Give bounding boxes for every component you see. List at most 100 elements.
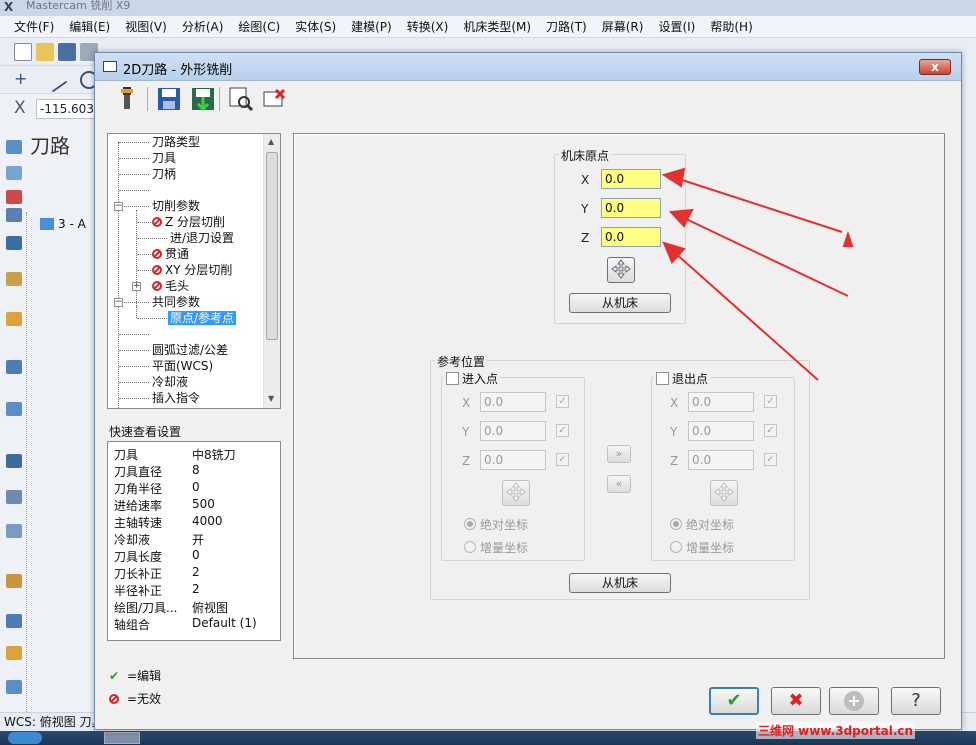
exit-absolute-radio[interactable] xyxy=(670,518,682,530)
tree-item-depth-cuts[interactable]: Z 分层切削 xyxy=(152,214,225,230)
tree-item-canned-text[interactable]: 插入指令 xyxy=(152,390,200,406)
tree-item-home-ref-points[interactable]: 原点/参考点 xyxy=(168,310,237,326)
menu-view[interactable]: 视图(V) xyxy=(125,18,167,35)
menu-screen[interactable]: 屏幕(R) xyxy=(602,18,644,35)
save-icon[interactable] xyxy=(58,43,76,61)
origin-y-input[interactable]: 0.0 xyxy=(601,198,661,218)
tree-scroll-thumb[interactable] xyxy=(266,152,278,340)
help-button[interactable]: ? xyxy=(891,687,941,715)
entry-x-input[interactable]: 0.0 xyxy=(480,392,546,412)
cube-icon[interactable] xyxy=(6,490,22,504)
view-icon[interactable] xyxy=(6,614,22,628)
exit-incremental-radio[interactable] xyxy=(670,541,682,553)
new-file-icon[interactable] xyxy=(14,43,32,61)
add-button[interactable]: + xyxy=(829,687,879,715)
tree-item-multi-passes[interactable]: XY 分层切削 xyxy=(152,262,232,278)
exit-y-checkbox[interactable]: ✓ xyxy=(764,424,777,437)
origin-select-point-button[interactable] xyxy=(607,257,635,283)
load-params-icon[interactable] xyxy=(189,85,217,113)
preview-icon[interactable] xyxy=(227,85,255,113)
solid-icon[interactable] xyxy=(6,236,22,250)
grid-icon[interactable] xyxy=(6,524,22,538)
menu-edit[interactable]: 编辑(E) xyxy=(69,18,110,35)
tree-item-toolpath-type[interactable]: 刀路类型 xyxy=(152,134,200,150)
tree-item-arc-filter[interactable]: 圆弧过滤/公差 xyxy=(152,342,228,358)
tool-icon[interactable] xyxy=(6,190,22,204)
entry-x-checkbox[interactable]: ✓ xyxy=(556,395,569,408)
exit-x-input[interactable]: 0.0 xyxy=(688,392,754,412)
exit-y-input[interactable]: 0.0 xyxy=(688,421,754,441)
tree-collapse-cut-params[interactable]: − xyxy=(114,202,123,211)
stock-icon[interactable] xyxy=(6,272,22,286)
entry-z-input[interactable]: 0.0 xyxy=(480,450,546,470)
transform-icon[interactable] xyxy=(6,454,22,468)
plane-icon[interactable] xyxy=(6,360,22,374)
tool-library-icon[interactable] xyxy=(113,85,141,113)
plus-icon[interactable]: + xyxy=(14,71,28,89)
copy-exit-to-entry-button[interactable]: « xyxy=(607,475,631,493)
exit-z-input[interactable]: 0.0 xyxy=(688,450,754,470)
entry-y-input[interactable]: 0.0 xyxy=(480,421,546,441)
exit-point-checkbox[interactable] xyxy=(656,372,669,385)
select-icon[interactable] xyxy=(6,574,22,588)
tree-item-lead-in-out[interactable]: 进/退刀设置 xyxy=(170,230,234,246)
ok-button[interactable]: ✔ xyxy=(709,687,759,715)
menu-help[interactable]: 帮助(H) xyxy=(710,18,752,35)
scroll-down-icon[interactable]: ▼ xyxy=(268,394,274,403)
menu-xform[interactable]: 转换(X) xyxy=(407,18,449,35)
save-params-icon[interactable] xyxy=(155,85,183,113)
line-icon[interactable] xyxy=(42,67,68,93)
coord-x-input[interactable]: -115.6039 xyxy=(36,99,98,119)
origin-from-machine-button[interactable]: 从机床 xyxy=(569,293,671,313)
entry-incremental-radio[interactable] xyxy=(464,541,476,553)
dialog-close-button[interactable]: x xyxy=(919,59,951,75)
tree-item-tool[interactable]: 刀具 xyxy=(152,150,176,166)
menu-file[interactable]: 文件(F) xyxy=(14,18,54,35)
taskbar-app-icon[interactable] xyxy=(104,732,140,744)
entry-absolute-radio[interactable] xyxy=(464,518,476,530)
tree-expand-tabs[interactable]: + xyxy=(132,282,141,291)
box-icon[interactable] xyxy=(6,312,22,326)
origin-x-label: X xyxy=(581,173,590,187)
menu-model[interactable]: 建模(P) xyxy=(351,18,392,35)
quick-key: 进给速率 xyxy=(114,499,163,513)
menu-toolpaths[interactable]: 刀路(T) xyxy=(546,18,587,35)
cancel-button[interactable]: ✖ xyxy=(771,687,821,715)
part-icon[interactable] xyxy=(6,646,22,660)
tree-collapse-linking[interactable]: − xyxy=(114,298,123,307)
entry-point-checkbox[interactable] xyxy=(446,372,459,385)
tree-item-planes[interactable]: 平面(WCS) xyxy=(152,358,213,374)
copy-entry-to-exit-button[interactable]: » xyxy=(607,445,631,463)
exit-select-point-button[interactable] xyxy=(710,480,738,506)
layers-icon[interactable] xyxy=(6,680,22,694)
tree-item-holder[interactable]: 刀柄 xyxy=(152,166,176,182)
exit-z-checkbox[interactable]: ✓ xyxy=(764,453,777,466)
tree-item-linking-params[interactable]: 共同参数 xyxy=(152,294,200,310)
tree-item-tabs[interactable]: 毛头 xyxy=(152,278,189,294)
entry-z-checkbox[interactable]: ✓ xyxy=(556,453,569,466)
toolpath-icon[interactable] xyxy=(6,140,22,154)
start-button-icon[interactable] xyxy=(8,732,42,744)
reference-from-machine-button[interactable]: 从机床 xyxy=(569,573,671,593)
scroll-up-icon[interactable]: ▲ xyxy=(268,137,274,146)
reset-icon[interactable] xyxy=(261,85,289,113)
entry-select-point-button[interactable] xyxy=(502,480,530,506)
menu-draw[interactable]: 绘图(C) xyxy=(238,18,280,35)
origin-x-input[interactable]: 0.0 xyxy=(601,169,661,189)
operation-icon[interactable] xyxy=(6,166,22,180)
layer-icon[interactable] xyxy=(6,402,22,416)
menu-settings[interactable]: 设置(I) xyxy=(658,18,695,35)
tree-scrollbar[interactable]: ▲ ▼ xyxy=(263,134,280,408)
entry-y-checkbox[interactable]: ✓ xyxy=(556,424,569,437)
tree-item-coolant[interactable]: 冷却液 xyxy=(152,374,188,390)
exit-x-checkbox[interactable]: ✓ xyxy=(764,395,777,408)
menu-machine-type[interactable]: 机床类型(M) xyxy=(463,18,531,35)
quick-row: 绘图/刀具... 俯视图 xyxy=(114,599,274,616)
menu-solids[interactable]: 实体(S) xyxy=(295,18,336,35)
tree-item-break-through[interactable]: 贯通 xyxy=(152,246,189,262)
origin-z-input[interactable]: 0.0 xyxy=(601,227,661,247)
menu-analyze[interactable]: 分析(A) xyxy=(182,18,224,35)
tree-item-cut-params[interactable]: 切削参数 xyxy=(152,198,200,214)
open-folder-icon[interactable] xyxy=(36,43,54,61)
machine-icon[interactable] xyxy=(6,208,22,222)
